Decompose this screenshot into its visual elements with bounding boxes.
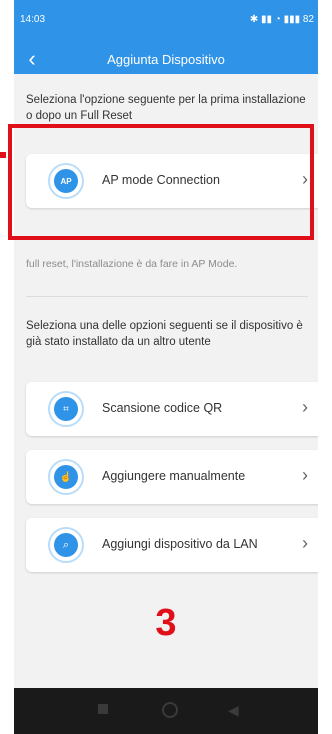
section-divider bbox=[26, 296, 308, 297]
first-install-instructions: Seleziona l'opzione seguente per la prim… bbox=[26, 94, 306, 122]
home-button[interactable] bbox=[162, 702, 178, 718]
highlight-frame bbox=[8, 124, 314, 240]
search-icon: ⌕ bbox=[48, 527, 84, 563]
chevron-right-icon: › bbox=[302, 397, 308, 417]
existing-device-instructions: Seleziona una delle opzioni seguenti se … bbox=[26, 320, 303, 348]
status-time: 14:03 bbox=[20, 14, 46, 25]
add-manually-option[interactable]: ☝ Aggiungere manualmente › bbox=[26, 450, 318, 504]
status-icons: ✱ ▮▮ ◔ ▮▮▮ 82 bbox=[249, 14, 314, 25]
scan-qr-option[interactable]: ⌗ Scansione codice QR › bbox=[26, 382, 318, 436]
step-number-annotation: 3 bbox=[155, 602, 177, 644]
status-bar: 14:03 ✱ ▮▮ ◔ ▮▮▮ 82 bbox=[14, 0, 318, 44]
phone-screen: 14:03 ✱ ▮▮ ◔ ▮▮▮ 82 ‹ Aggiunta Dispositi… bbox=[14, 0, 318, 734]
full-reset-note: full reset, l'installazione è da fare in… bbox=[26, 258, 238, 270]
hand-tap-icon: ☝ bbox=[48, 459, 84, 495]
android-nav-bar: ◀ bbox=[14, 688, 318, 734]
annotation-arrow bbox=[0, 152, 6, 158]
add-from-lan-option[interactable]: ⌕ Aggiungi dispositivo da LAN › bbox=[26, 518, 318, 572]
qr-scan-icon: ⌗ bbox=[48, 391, 84, 427]
recents-button[interactable] bbox=[98, 704, 108, 714]
option-label: Aggiungere manualmente bbox=[102, 469, 246, 483]
option-label: Scansione codice QR bbox=[102, 401, 223, 415]
chevron-right-icon: › bbox=[302, 533, 308, 553]
page-title: Aggiunta Dispositivo bbox=[107, 52, 225, 67]
option-label: Aggiungi dispositivo da LAN bbox=[102, 537, 258, 551]
back-nav-button[interactable]: ◀ bbox=[228, 702, 239, 719]
chevron-right-icon: › bbox=[302, 465, 308, 485]
app-header: ‹ Aggiunta Dispositivo bbox=[14, 44, 318, 74]
